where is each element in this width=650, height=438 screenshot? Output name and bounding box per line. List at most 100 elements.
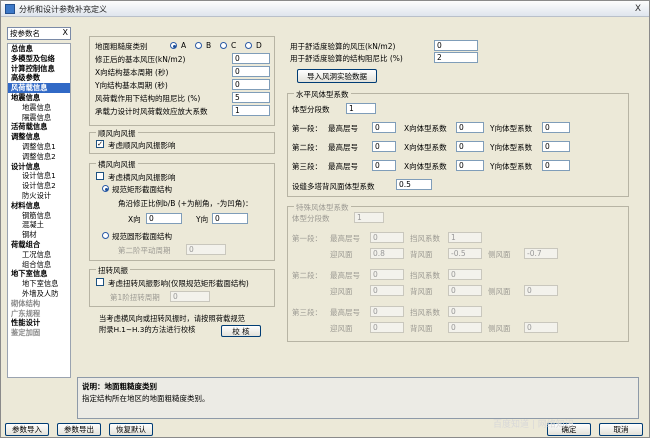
- h-seg1-x-input[interactable]: 0: [456, 122, 484, 133]
- h-seg1-x-label: X向体型系数: [404, 124, 447, 133]
- nav-item[interactable]: 广东规程: [8, 309, 70, 319]
- h-seg1-top-input[interactable]: 0: [372, 122, 396, 133]
- s-seg2-leeward-input[interactable]: 0: [448, 285, 482, 296]
- nav-item[interactable]: 地震信息: [8, 103, 70, 113]
- y-period-input[interactable]: 0: [232, 79, 270, 90]
- nav-item[interactable]: 材料信息: [8, 201, 70, 211]
- s-seg2-windward-label: 迎风面: [330, 287, 353, 296]
- along-wind-checkbox[interactable]: ✓: [96, 140, 104, 148]
- multi-tower-input[interactable]: 0.5: [396, 179, 432, 190]
- nav-item[interactable]: 性能设计: [8, 318, 70, 328]
- corner-x-input[interactable]: 0: [146, 213, 182, 224]
- nav-item[interactable]: 荷载组合: [8, 240, 70, 250]
- nav-item[interactable]: 总信息: [8, 44, 70, 54]
- s-seg3-top-input[interactable]: 0: [370, 306, 404, 317]
- corner-y-input[interactable]: 0: [212, 213, 248, 224]
- damping-input[interactable]: 5: [232, 92, 270, 103]
- restore-default-button[interactable]: 恢复默认: [109, 423, 153, 436]
- nav-item[interactable]: 钢材: [8, 230, 70, 240]
- s-seg2-coef-input[interactable]: 0: [448, 269, 482, 280]
- s-seg1-top-input[interactable]: 0: [370, 232, 404, 243]
- terrain-radio-d[interactable]: [245, 42, 252, 49]
- h-seg2-y-input[interactable]: 0: [542, 141, 570, 152]
- s-seg2-top-input[interactable]: 0: [370, 269, 404, 280]
- comfort-damping-input[interactable]: 2: [434, 52, 478, 63]
- s-seg3-side-input[interactable]: 0: [524, 322, 558, 333]
- nav-search-input[interactable]: [8, 28, 58, 39]
- s-seg1-windward-input[interactable]: 0.8: [370, 248, 404, 259]
- h-seg3-top-input[interactable]: 0: [372, 160, 396, 171]
- wind-pressure-input[interactable]: 0: [232, 53, 270, 64]
- s-seg1-coef-input[interactable]: 1: [448, 232, 482, 243]
- s-seg2-side-input[interactable]: 0: [524, 285, 558, 296]
- s-seg2-windward-input[interactable]: 0: [370, 285, 404, 296]
- param-import-button[interactable]: 参数导入: [5, 423, 49, 436]
- h-seg2-y-label: Y向体型系数: [490, 143, 533, 152]
- param-export-button[interactable]: 参数导出: [57, 423, 101, 436]
- check-button[interactable]: 校 核: [221, 325, 261, 337]
- s-segments-input[interactable]: 1: [354, 212, 384, 223]
- rect-section-radio[interactable]: [102, 185, 109, 192]
- amplify-label: 承载力设计时风荷载效应放大系数: [95, 107, 208, 116]
- nav-item[interactable]: 调整信息: [8, 132, 70, 142]
- cross-wind-checkbox[interactable]: [96, 172, 104, 180]
- comfort-pressure-input[interactable]: 0: [434, 40, 478, 51]
- s-seg1-side-input[interactable]: -0.7: [524, 248, 558, 259]
- torsion-period-input[interactable]: 0: [170, 291, 210, 302]
- torsion-period-label: 第1阶扭转周期: [110, 293, 160, 302]
- terrain-radio-c[interactable]: [220, 42, 227, 49]
- s-seg2-label: 第二段：: [292, 271, 322, 280]
- h-segments-input[interactable]: 1: [346, 103, 376, 114]
- nav-item[interactable]: 钢筋信息: [8, 211, 70, 221]
- terrain-c-label: C: [231, 41, 237, 50]
- nav-item[interactable]: 计算控制信息: [8, 64, 70, 74]
- nav-search-box[interactable]: X: [7, 27, 71, 40]
- torsion-wind-checkbox[interactable]: [96, 278, 104, 286]
- nav-item[interactable]: 地下室信息: [8, 279, 70, 289]
- terrain-radio-b[interactable]: [195, 42, 202, 49]
- cancel-button[interactable]: 取消: [599, 423, 643, 436]
- nav-item[interactable]: 鉴定加固: [8, 328, 70, 338]
- nav-item[interactable]: 工况信息: [8, 250, 70, 260]
- x-period-input[interactable]: 0: [232, 66, 270, 77]
- nav-item[interactable]: 砌体结构: [8, 299, 70, 309]
- nav-item[interactable]: 地震信息: [8, 93, 70, 103]
- s-seg3-leeward-input[interactable]: 0: [448, 322, 482, 333]
- s-seg1-leeward-input[interactable]: -0.5: [448, 248, 482, 259]
- h-seg3-x-input[interactable]: 0: [456, 160, 484, 171]
- s-seg3-windward-input[interactable]: 0: [370, 322, 404, 333]
- h-seg2-top-input[interactable]: 0: [372, 141, 396, 152]
- h-seg1-y-input[interactable]: 0: [542, 122, 570, 133]
- s-seg3-coef-input[interactable]: 0: [448, 306, 482, 317]
- x-period-label: X向结构基本周期 (秒): [95, 68, 169, 77]
- nav-item[interactable]: 外墙及人防: [8, 289, 70, 299]
- s-seg2-top-label: 最高层号: [330, 271, 360, 280]
- clear-search-icon[interactable]: X: [63, 28, 68, 37]
- h-seg3-y-input[interactable]: 0: [542, 160, 570, 171]
- nav-item[interactable]: 设计信息2: [8, 181, 70, 191]
- amplify-input[interactable]: 1: [232, 105, 270, 116]
- nav-item[interactable]: 高级参数: [8, 73, 70, 83]
- terrain-radio-a[interactable]: [170, 42, 177, 49]
- s-seg3-top-label: 最高层号: [330, 308, 360, 317]
- nav-item[interactable]: 活荷载信息: [8, 122, 70, 132]
- nav-item[interactable]: 设计信息1: [8, 171, 70, 181]
- wind-basic-group: 地面粗糙度类别 A B C D 修正后的基本风压(kN/m2) 0 X向结构基本…: [89, 36, 275, 126]
- nav-item[interactable]: 设计信息: [8, 162, 70, 172]
- h-segments-label: 体型分段数: [292, 105, 330, 114]
- nav-item[interactable]: 隔震信息: [8, 113, 70, 123]
- nav-item[interactable]: 防火设计: [8, 191, 70, 201]
- close-icon[interactable]: X: [631, 3, 645, 15]
- nav-item[interactable]: 调整信息2: [8, 152, 70, 162]
- h-seg2-x-input[interactable]: 0: [456, 141, 484, 152]
- nav-item[interactable]: 地下室信息: [8, 269, 70, 279]
- nav-item[interactable]: 多模型及包络: [8, 54, 70, 64]
- nav-item[interactable]: 组合信息: [8, 260, 70, 270]
- nav-item[interactable]: 调整信息1: [8, 142, 70, 152]
- import-wind-tunnel-button[interactable]: 导入风洞实验数据: [297, 69, 377, 83]
- nav-item[interactable]: 混凝土: [8, 220, 70, 230]
- round-section-radio[interactable]: [102, 232, 109, 239]
- second-period-input[interactable]: 0: [186, 244, 226, 255]
- app-icon: [5, 4, 15, 14]
- nav-item[interactable]: 风荷载信息: [8, 83, 70, 93]
